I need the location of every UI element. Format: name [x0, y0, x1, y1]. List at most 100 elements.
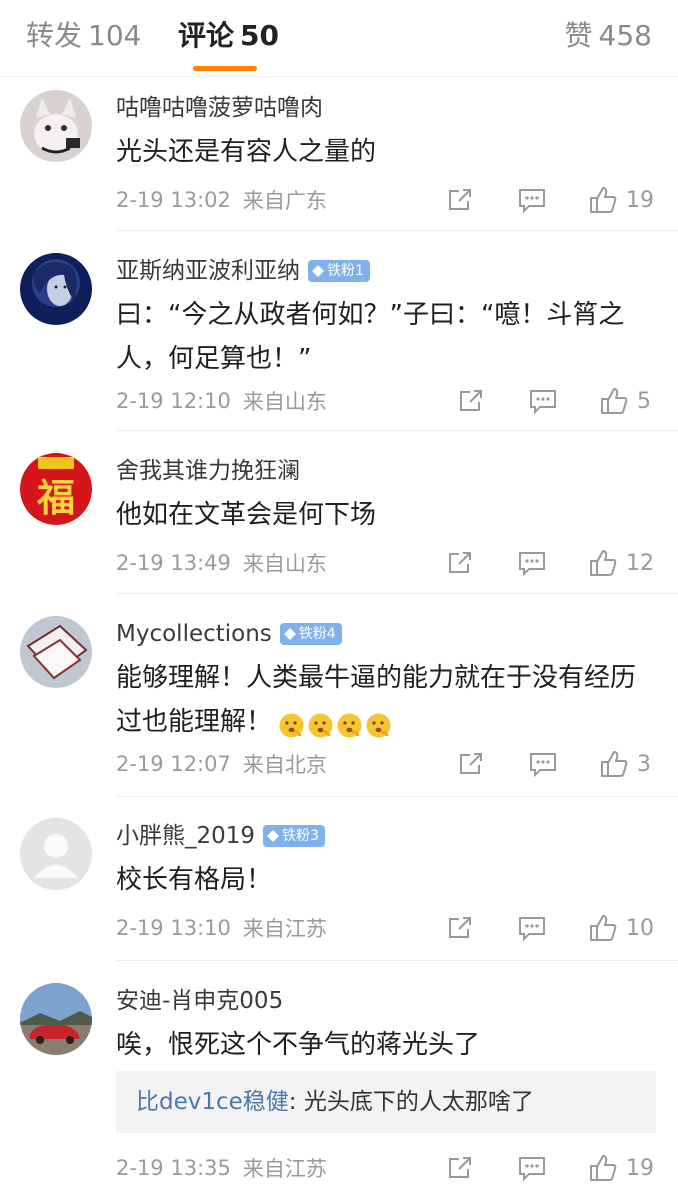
- divider: [116, 430, 678, 431]
- divider: [116, 230, 678, 231]
- comment-meta: 2-19 13:02 来自广东: [116, 182, 327, 218]
- diamond-icon: [267, 830, 280, 842]
- comment-meta: 2-19 12:10 来自山东: [116, 383, 327, 419]
- username[interactable]: 舍我其谁力挽狂澜: [116, 456, 300, 486]
- avatar[interactable]: [20, 90, 92, 162]
- thinking-face-icon: [278, 709, 305, 738]
- like-button[interactable]: 5: [599, 383, 651, 419]
- like-count: 10: [626, 915, 654, 941]
- comment-icon[interactable]: [517, 1150, 547, 1186]
- tab-like-label: 赞: [564, 19, 593, 52]
- fu-character-avatar: 福: [20, 453, 92, 525]
- share-icon[interactable]: [446, 182, 474, 218]
- username[interactable]: 小胖熊_2019: [116, 821, 255, 851]
- like-button[interactable]: 10: [588, 910, 654, 946]
- tab-comment[interactable]: 评论 50: [178, 16, 279, 56]
- avatar[interactable]: [20, 818, 92, 890]
- fan-badge-label: 铁粉1: [327, 263, 364, 279]
- comment-meta: 2-19 13:49 来自山东: [116, 545, 327, 581]
- like-count: 3: [637, 751, 651, 777]
- active-tab-indicator: [193, 66, 257, 71]
- share-icon[interactable]: [446, 910, 474, 946]
- avatar[interactable]: [20, 983, 92, 1055]
- reply-text: : 光头底下的人太那啥了: [288, 1089, 534, 1115]
- comment-text: 曰：“今之从政者何如？”子曰：“噫！斗筲之人，何足算也！”: [116, 300, 625, 374]
- location: 来自广东: [242, 189, 327, 213]
- comment-text: 校长有格局！: [116, 865, 273, 895]
- username[interactable]: Mycollections: [116, 619, 272, 649]
- like-count: 19: [626, 1155, 654, 1181]
- comment-meta: 2-19 13:10 来自江苏: [116, 910, 327, 946]
- comment-text: 唉，恨死这个不争气的蒋光头了: [116, 1030, 481, 1060]
- comment-meta: 2-19 13:35 来自江苏: [116, 1150, 327, 1186]
- avatar[interactable]: [20, 253, 92, 325]
- location: 来自北京: [242, 753, 327, 777]
- default-person-avatar: [20, 818, 92, 890]
- thumbs-up-icon: [601, 388, 628, 414]
- divider: [116, 796, 678, 797]
- username[interactable]: 安迪-肖申克005: [116, 986, 283, 1016]
- share-icon[interactable]: [446, 1150, 474, 1186]
- reply-preview[interactable]: 比dev1ce稳健: 光头底下的人太那啥了: [116, 1071, 656, 1133]
- comment-icon[interactable]: [517, 182, 547, 218]
- tab-like-count: 458: [598, 19, 652, 52]
- share-icon[interactable]: [446, 545, 474, 581]
- cat-photo-avatar: [20, 90, 92, 162]
- like-button[interactable]: 12: [588, 545, 654, 581]
- thinking-face-icon: [307, 709, 334, 738]
- location: 来自山东: [242, 390, 327, 414]
- thumbs-up-icon: [601, 751, 628, 777]
- avatar[interactable]: [20, 616, 92, 688]
- comment-text: 光头还是有容人之量的: [116, 137, 377, 167]
- timestamp: 2-19 13:02: [116, 188, 231, 212]
- comment-meta: 2-19 12:07 来自北京: [116, 746, 327, 782]
- tab-bar: 转发 104 评论 50 赞 458: [0, 0, 678, 77]
- comment-icon[interactable]: [517, 545, 547, 581]
- username[interactable]: 咕噜咕噜菠萝咕噜肉: [116, 93, 323, 123]
- share-icon[interactable]: [457, 746, 485, 782]
- thinking-face-icon: [336, 709, 363, 738]
- comment-text: 能够理解！人类最牛逼的能力就在于没有经历过也能理解！: [116, 656, 656, 744]
- thumbs-up-icon: [590, 915, 617, 941]
- fan-badge-label: 铁粉4: [298, 626, 336, 642]
- like-button[interactable]: 19: [588, 1150, 654, 1186]
- divider: [116, 960, 678, 961]
- tab-comment-count: 50: [240, 19, 279, 52]
- fan-badge: 铁粉1: [308, 260, 370, 282]
- thinking-face-icon: [365, 709, 392, 738]
- comment-icon[interactable]: [528, 746, 558, 782]
- comment-icon[interactable]: [528, 383, 558, 419]
- tab-like[interactable]: 赞 458: [565, 16, 652, 56]
- like-count: 5: [637, 388, 651, 414]
- avatar[interactable]: 福: [20, 453, 92, 525]
- tab-repost-label: 转发: [26, 19, 83, 52]
- timestamp: 2-19 12:10: [116, 389, 231, 413]
- username[interactable]: 亚斯纳亚波利亚纳: [116, 256, 300, 286]
- location: 来自江苏: [242, 917, 327, 941]
- reply-username[interactable]: 比dev1ce稳健: [136, 1089, 289, 1115]
- comment-text: 他如在文革会是何下场: [116, 500, 377, 530]
- fan-badge: 铁粉3: [263, 825, 325, 847]
- timestamp: 2-19 13:10: [116, 916, 231, 940]
- location: 来自江苏: [242, 1157, 327, 1181]
- like-button[interactable]: 19: [588, 182, 654, 218]
- fan-badge-label: 铁粉3: [282, 828, 319, 844]
- thumbs-up-icon: [590, 187, 617, 213]
- thumbs-up-icon: [590, 1155, 617, 1181]
- timestamp: 2-19 13:49: [116, 551, 231, 575]
- diamond-icon: [312, 265, 324, 277]
- like-button[interactable]: 3: [599, 746, 651, 782]
- woman-portrait-avatar: [20, 253, 92, 325]
- location: 来自山东: [242, 552, 327, 576]
- fan-badge: 铁粉4: [279, 623, 342, 645]
- share-icon[interactable]: [457, 383, 485, 419]
- comment-icon[interactable]: [517, 910, 547, 946]
- like-count: 19: [626, 187, 654, 213]
- diamond-icon: [283, 628, 296, 640]
- emoji-group: [278, 709, 394, 738]
- svg-text:福: 福: [36, 475, 75, 520]
- red-car-landscape-avatar: [20, 983, 92, 1055]
- divider: [116, 593, 678, 594]
- tab-repost[interactable]: 转发 104: [26, 16, 141, 56]
- timestamp: 2-19 12:07: [116, 752, 231, 776]
